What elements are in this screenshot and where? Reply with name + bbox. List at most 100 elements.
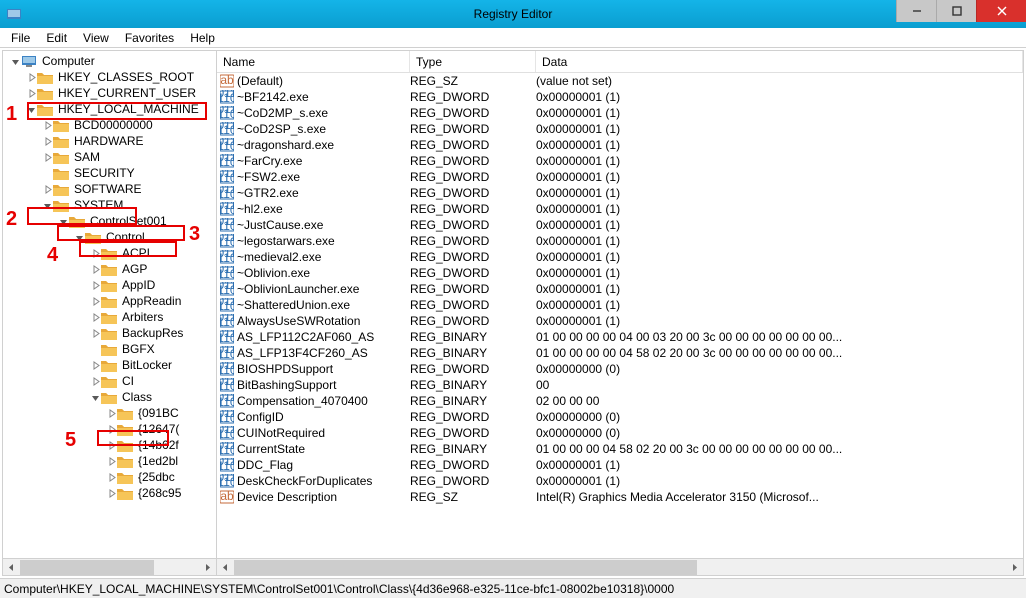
tree-item[interactable]: SECURITY	[3, 165, 216, 181]
value-row[interactable]: 011110CUINotRequiredREG_DWORD0x00000000 …	[217, 425, 1023, 441]
tree-item[interactable]: {25dbc	[3, 469, 216, 485]
menu-help[interactable]: Help	[183, 29, 222, 47]
tree-item[interactable]: {12647(	[3, 421, 216, 437]
value-row[interactable]: 011110CurrentStateREG_BINARY01 00 00 00 …	[217, 441, 1023, 457]
expand-toggle-icon[interactable]	[89, 361, 101, 370]
tree-item[interactable]: HARDWARE	[3, 133, 216, 149]
expand-toggle-icon[interactable]	[41, 185, 53, 194]
expand-toggle-icon[interactable]	[57, 217, 69, 226]
expand-toggle-icon[interactable]	[105, 489, 117, 498]
tree-item[interactable]: {268c95	[3, 485, 216, 501]
value-row[interactable]: 011110ConfigIDREG_DWORD0x00000000 (0)	[217, 409, 1023, 425]
tree-item[interactable]: HKEY_LOCAL_MACHINE	[3, 101, 216, 117]
value-row[interactable]: 011110~GTR2.exeREG_DWORD0x00000001 (1)	[217, 185, 1023, 201]
expand-toggle-icon[interactable]	[25, 73, 37, 82]
tree-item[interactable]: ControlSet001	[3, 213, 216, 229]
tree-item[interactable]: AppReadin	[3, 293, 216, 309]
value-row[interactable]: 011110~ShatteredUnion.exeREG_DWORD0x0000…	[217, 297, 1023, 313]
expand-toggle-icon[interactable]	[41, 121, 53, 130]
expand-toggle-icon[interactable]	[105, 425, 117, 434]
value-row[interactable]: 011110~CoD2MP_s.exeREG_DWORD0x00000001 (…	[217, 105, 1023, 121]
expand-toggle-icon[interactable]	[73, 233, 85, 242]
value-row[interactable]: 011110AS_LFP13F4CF260_ASREG_BINARY01 00 …	[217, 345, 1023, 361]
value-row[interactable]: 011110~FarCry.exeREG_DWORD0x00000001 (1)	[217, 153, 1023, 169]
tree-item[interactable]: BCD00000000	[3, 117, 216, 133]
tree-item[interactable]: AGP	[3, 261, 216, 277]
expand-toggle-icon[interactable]	[25, 89, 37, 98]
tree-item[interactable]: {14b62f	[3, 437, 216, 453]
expand-toggle-icon[interactable]	[89, 249, 101, 258]
value-row[interactable]: 011110~BF2142.exeREG_DWORD0x00000001 (1)	[217, 89, 1023, 105]
tree-item[interactable]: {091BC	[3, 405, 216, 421]
value-row[interactable]: 011110BIOSHPDSupportREG_DWORD0x00000000 …	[217, 361, 1023, 377]
scroll-right-button[interactable]	[199, 560, 216, 575]
expand-toggle-icon[interactable]	[41, 137, 53, 146]
expand-toggle-icon[interactable]	[105, 441, 117, 450]
menu-favorites[interactable]: Favorites	[118, 29, 181, 47]
scroll-left-button[interactable]	[217, 560, 234, 575]
menu-view[interactable]: View	[76, 29, 116, 47]
value-row[interactable]: 011110~hl2.exeREG_DWORD0x00000001 (1)	[217, 201, 1023, 217]
tree-item[interactable]: CI	[3, 373, 216, 389]
close-button[interactable]	[976, 0, 1026, 22]
tree-item[interactable]: BackupRes	[3, 325, 216, 341]
tree-item[interactable]: Arbiters	[3, 309, 216, 325]
tree-pane[interactable]: ComputerHKEY_CLASSES_ROOTHKEY_CURRENT_US…	[3, 51, 217, 575]
column-data[interactable]: Data	[536, 51, 1023, 72]
tree-item[interactable]: AppID	[3, 277, 216, 293]
expand-toggle-icon[interactable]	[89, 281, 101, 290]
list-hscroll[interactable]	[217, 558, 1023, 575]
expand-toggle-icon[interactable]	[41, 201, 53, 210]
tree-item[interactable]: SYSTEM	[3, 197, 216, 213]
expand-toggle-icon[interactable]	[9, 57, 21, 66]
value-row[interactable]: 011110AlwaysUseSWRotationREG_DWORD0x0000…	[217, 313, 1023, 329]
tree-hscroll[interactable]	[3, 558, 216, 575]
value-row[interactable]: 011110~medieval2.exeREG_DWORD0x00000001 …	[217, 249, 1023, 265]
expand-toggle-icon[interactable]	[105, 473, 117, 482]
value-row[interactable]: 011110AS_LFP112C2AF060_ASREG_BINARY01 00…	[217, 329, 1023, 345]
tree-item[interactable]: Control	[3, 229, 216, 245]
column-name[interactable]: Name	[217, 51, 410, 72]
menu-edit[interactable]: Edit	[39, 29, 74, 47]
expand-toggle-icon[interactable]	[89, 393, 101, 402]
tree-item[interactable]: SAM	[3, 149, 216, 165]
tree-item[interactable]: Class	[3, 389, 216, 405]
expand-toggle-icon[interactable]	[89, 265, 101, 274]
scroll-left-button[interactable]	[3, 560, 20, 575]
value-row[interactable]: 011110~CoD2SP_s.exeREG_DWORD0x00000001 (…	[217, 121, 1023, 137]
column-type[interactable]: Type	[410, 51, 536, 72]
expand-toggle-icon[interactable]	[25, 105, 37, 114]
value-row[interactable]: 011110~OblivionLauncher.exeREG_DWORD0x00…	[217, 281, 1023, 297]
expand-toggle-icon[interactable]	[89, 313, 101, 322]
maximize-button[interactable]	[936, 0, 976, 22]
tree-item[interactable]: {1ed2bl	[3, 453, 216, 469]
value-row[interactable]: 011110DDC_FlagREG_DWORD0x00000001 (1)	[217, 457, 1023, 473]
expand-toggle-icon[interactable]	[89, 329, 101, 338]
tree-item[interactable]: HKEY_CLASSES_ROOT	[3, 69, 216, 85]
minimize-button[interactable]	[896, 0, 936, 22]
expand-toggle-icon[interactable]	[89, 377, 101, 386]
value-row[interactable]: 011110~dragonshard.exeREG_DWORD0x0000000…	[217, 137, 1023, 153]
value-row[interactable]: 011110~FSW2.exeREG_DWORD0x00000001 (1)	[217, 169, 1023, 185]
value-row[interactable]: 011110Compensation_4070400REG_BINARY02 0…	[217, 393, 1023, 409]
value-row[interactable]: abDevice DescriptionREG_SZIntel(R) Graph…	[217, 489, 1023, 505]
value-row[interactable]: 011110~JustCause.exeREG_DWORD0x00000001 …	[217, 217, 1023, 233]
scroll-right-button[interactable]	[1006, 560, 1023, 575]
list-pane[interactable]: Name Type Data ab(Default)REG_SZ(value n…	[217, 51, 1023, 575]
value-row[interactable]: 011110~legostarwars.exeREG_DWORD0x000000…	[217, 233, 1023, 249]
value-row[interactable]: ab(Default)REG_SZ(value not set)	[217, 73, 1023, 89]
tree-item[interactable]: BitLocker	[3, 357, 216, 373]
tree-item[interactable]: Computer	[3, 53, 216, 69]
tree-item[interactable]: ACPI	[3, 245, 216, 261]
expand-toggle-icon[interactable]	[105, 457, 117, 466]
expand-toggle-icon[interactable]	[89, 297, 101, 306]
tree-item[interactable]: SOFTWARE	[3, 181, 216, 197]
expand-toggle-icon[interactable]	[41, 153, 53, 162]
value-row[interactable]: 011110BitBashingSupportREG_BINARY00	[217, 377, 1023, 393]
menu-file[interactable]: File	[4, 29, 37, 47]
expand-toggle-icon[interactable]	[105, 409, 117, 418]
value-row[interactable]: 011110DeskCheckForDuplicatesREG_DWORD0x0…	[217, 473, 1023, 489]
tree-item[interactable]: BGFX	[3, 341, 216, 357]
tree-item[interactable]: HKEY_CURRENT_USER	[3, 85, 216, 101]
value-row[interactable]: 011110~Oblivion.exeREG_DWORD0x00000001 (…	[217, 265, 1023, 281]
